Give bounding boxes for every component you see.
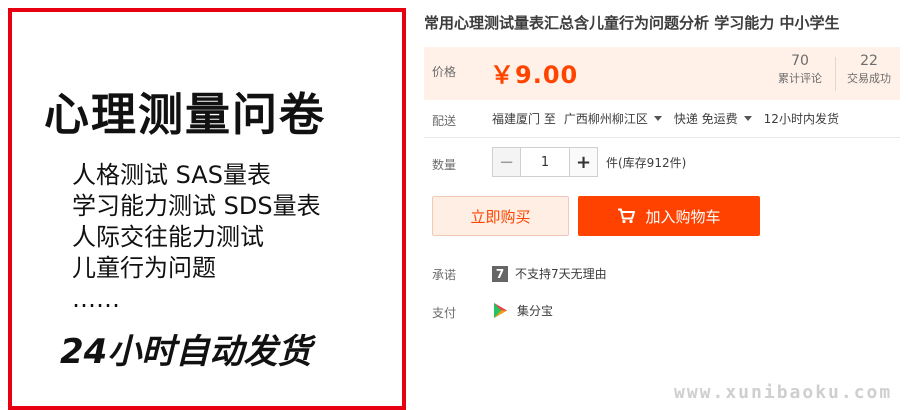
payment-label: 支付 [432, 306, 457, 320]
cart-icon [617, 208, 636, 224]
image-footer: 24小时自动发货 [60, 332, 312, 372]
deals-count: 22 [860, 53, 878, 69]
price-value: ￥9.00 [490, 61, 579, 89]
seven-day-icon: 7 [492, 265, 508, 282]
quantity-label: 数量 [432, 158, 457, 172]
product-title: 常用心理测试量表汇总含儿童行为问题分析 学习能力 中小学生 [424, 14, 840, 32]
shipping-text: 快递 免运费 [673, 112, 738, 126]
image-feature-line: 人格测试 SAS量表 [72, 161, 271, 189]
decrease-button[interactable]: − [492, 147, 521, 177]
payment-row: 集分宝 [492, 302, 553, 319]
add-to-cart-label: 加入购物车 [645, 207, 721, 226]
promise-label: 承诺 [432, 268, 457, 282]
stat-divider [835, 57, 836, 91]
buy-now-button[interactable]: 立即购买 [432, 196, 569, 236]
watermark: www.xunibaoku.com [674, 382, 893, 403]
image-feature-line: …… [72, 285, 120, 313]
ship-time: 12小时内发货 [763, 112, 839, 126]
destination-selector[interactable]: 广西柳州柳江区 [564, 110, 662, 127]
delivery-origin: 福建厦门 至 [492, 112, 556, 126]
image-title: 心理测量问卷 [44, 88, 327, 141]
add-to-cart-button[interactable]: 加入购物车 [578, 196, 760, 236]
chevron-down-icon [743, 116, 752, 121]
jifenbao-icon [492, 302, 509, 319]
reviews-count: 70 [791, 53, 809, 69]
reviews-label: 累计评论 [778, 72, 822, 85]
buy-now-label: 立即购买 [470, 207, 531, 226]
deals-label: 交易成功 [847, 72, 891, 85]
quantity-stepper: − 1 + 件(库存912件) [492, 147, 686, 177]
promise-text: 不支持7天无理由 [515, 267, 607, 281]
destination-text: 广西柳州柳江区 [563, 112, 648, 126]
price-label: 价格 [432, 65, 457, 79]
price-panel: 价格 ￥9.00 70 累计评论 22 交易成功 [424, 47, 900, 100]
image-feature-line: 人际交往能力测试 [72, 223, 264, 251]
image-feature-line: 儿童行为问题 [72, 254, 216, 282]
delivery-row: 福建厦门 至 广西柳州柳江区 快递 免运费 12小时内发货 [492, 110, 851, 127]
section-divider [424, 137, 900, 138]
delivery-label: 配送 [432, 114, 457, 128]
deals-stat: 22 交易成功 [838, 52, 900, 87]
quantity-input[interactable]: 1 [521, 147, 569, 177]
image-feature-line: 学习能力测试 SDS量表 [72, 192, 321, 220]
product-image[interactable]: 心理测量问卷 人格测试 SAS量表 学习能力测试 SDS量表 人际交往能力测试 … [8, 8, 406, 410]
chevron-down-icon [653, 116, 662, 121]
shipping-selector[interactable]: 快递 免运费 [674, 110, 752, 127]
image-feature-list: 人格测试 SAS量表 学习能力测试 SDS量表 人际交往能力测试 儿童行为问题 … [72, 160, 321, 315]
reviews-stat[interactable]: 70 累计评论 [766, 52, 834, 87]
promise-row: 7 不支持7天无理由 [492, 265, 607, 282]
stock-text: 件(库存912件) [606, 155, 687, 170]
increase-button[interactable]: + [569, 147, 598, 177]
payment-text: 集分宝 [517, 304, 554, 318]
